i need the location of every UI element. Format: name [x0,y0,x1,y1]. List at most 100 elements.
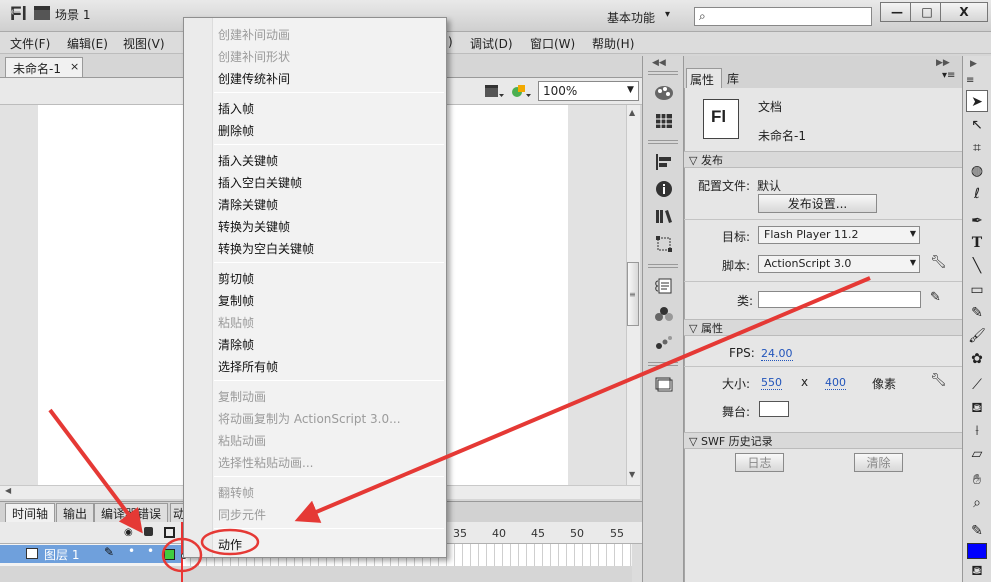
swatches-icon[interactable] [654,112,674,130]
3d-rotation-tool-icon[interactable]: ◍ [966,160,988,182]
zoom-tool-icon[interactable]: ⌕ [966,492,988,514]
tab-compiler-errors[interactable]: 编译器错误 [94,503,169,522]
subselection-tool-icon[interactable]: ↖ [966,114,988,136]
align-icon[interactable] [654,153,674,171]
menu-item-create-motion-tween[interactable]: 创建补间动画 [218,26,290,43]
menu-item-copy-motion-as-as3[interactable]: 将动画复制为 ActionScript 3.0... [218,410,401,427]
document-tab[interactable]: 未命名-1 × [5,57,83,77]
back-arrow-icon[interactable]: ← [10,5,21,20]
menu-view[interactable]: 视图(V) [123,35,165,52]
expand-arrows-icon[interactable]: ▶▶ [936,58,950,68]
transform-icon[interactable] [654,235,674,253]
menu-item-remove-frames[interactable]: 删除帧 [218,122,254,139]
stage-color-swatch[interactable] [759,401,789,417]
brush-tool-icon[interactable]: 🖌︎ [966,325,988,347]
library-books-icon[interactable] [654,207,674,225]
rectangle-tool-icon[interactable]: ▭ [966,279,988,301]
menu-item-clear-frames[interactable]: 清除帧 [218,336,254,353]
pencil-tool-icon[interactable]: ✎ [966,302,988,324]
menu-item-paste-frames[interactable]: 粘贴帧 [218,314,254,331]
panel-menu-icon[interactable]: ≡ [966,75,974,86]
target-select[interactable]: Flash Player 11.2 ▼ [758,226,920,244]
info-icon[interactable] [654,180,674,198]
scroll-left-icon[interactable]: ◀ [5,486,11,495]
wrench-icon[interactable]: 🔧︎ [930,255,947,270]
stroke-color-swatch[interactable] [967,543,987,559]
edit-scene-icon[interactable] [484,82,506,100]
menu-debug[interactable]: 调试(D) [470,35,513,52]
lasso-tool-icon[interactable]: ℓ [966,183,988,205]
line-tool-icon[interactable]: ╲ [966,255,988,277]
menu-edit[interactable]: 编辑(E) [67,35,108,52]
menu-item-actions[interactable]: 动作 [218,536,242,553]
pencil-icon[interactable]: ✎ [930,290,941,305]
color-palette-icon[interactable] [654,84,674,102]
eraser-tool-icon[interactable]: ▱ [966,443,988,465]
minimize-button[interactable]: — [880,2,914,22]
lock-dot-icon[interactable]: • [147,544,154,558]
log-button[interactable]: 日志 [735,453,784,472]
fps-value[interactable]: 24.00 [761,347,793,361]
edit-symbol-icon[interactable] [510,82,532,100]
panel-menu-icon[interactable]: ▾≡ [942,70,955,81]
height-value[interactable]: 400 [825,376,846,390]
scroll-down-icon[interactable]: ▼ [629,470,635,479]
fill-color-icon[interactable]: ⛾ [966,562,988,580]
outline-icon[interactable] [164,527,175,538]
wrench-icon[interactable]: 🔧︎ [930,373,947,388]
tab-library[interactable]: 库 [727,70,739,87]
menu-window[interactable]: 窗口(W) [530,35,575,52]
menu-item-insert-frame[interactable]: 插入帧 [218,100,254,117]
class-input[interactable] [758,291,921,308]
menu-item-create-shape-tween[interactable]: 创建补间形状 [218,48,290,65]
maximize-button[interactable]: □ [910,2,944,22]
pen-tool-icon[interactable]: ✒ [966,210,988,232]
bone-tool-icon[interactable]: ⟋ [966,374,988,396]
menu-item-copy-motion[interactable]: 复制动画 [218,388,266,405]
timeline-scrollbar[interactable] [632,544,642,582]
hand-tool-icon[interactable]: ✋︎ [966,469,988,491]
paint-bucket-tool-icon[interactable]: ⛾ [966,397,988,419]
workspace-switcher[interactable]: 基本功能 [607,9,655,26]
menu-hidden-fragment[interactable]: ) [448,35,453,49]
script-select[interactable]: ActionScript 3.0 ▼ [758,255,920,273]
chevron-down-icon[interactable]: ▾ [665,9,670,20]
motion-presets-icon[interactable] [654,333,674,351]
actions-script-icon[interactable] [654,277,674,295]
lock-icon[interactable] [144,527,153,536]
text-tool-icon[interactable]: T [966,232,988,254]
components-icon[interactable] [654,305,674,323]
layer-outline-swatch[interactable] [164,549,175,560]
project-icon[interactable] [654,375,674,393]
menu-help[interactable]: 帮助(H) [592,35,634,52]
tab-timeline[interactable]: 时间轴 [5,503,56,522]
expand-arrows-icon[interactable]: ▶ [970,59,977,69]
free-transform-tool-icon[interactable]: ⌗ [966,137,988,159]
menu-item-clear-keyframe[interactable]: 清除关键帧 [218,196,278,213]
menu-item-convert-to-blank-keyframes[interactable]: 转换为空白关键帧 [218,240,314,257]
menu-item-select-all-frames[interactable]: 选择所有帧 [218,358,278,375]
layer-name[interactable]: 图层 1 [44,546,79,563]
menu-item-copy-frames[interactable]: 复制帧 [218,292,254,309]
menu-item-paste-motion[interactable]: 粘贴动画 [218,432,266,449]
eye-icon[interactable]: ◉ [124,527,133,538]
tab-properties[interactable]: 属性 [686,68,722,88]
scroll-up-icon[interactable]: ▲ [629,108,635,117]
deco-tool-icon[interactable]: ✿ [966,348,988,370]
selection-tool-icon[interactable]: ➤ [966,90,988,112]
menu-item-paste-motion-special[interactable]: 选择性粘贴动画... [218,454,313,471]
collapse-arrows-icon[interactable]: ◀◀ [652,58,666,68]
menu-item-insert-blank-keyframe[interactable]: 插入空白关键帧 [218,174,302,191]
tab-output[interactable]: 输出 [56,503,95,522]
clear-button[interactable]: 清除 [854,453,903,472]
eyedropper-tool-icon[interactable]: ⟊ [966,420,988,442]
menu-item-synchronize-symbols[interactable]: 同步元件 [218,506,266,523]
close-icon[interactable]: × [70,60,79,73]
menu-item-convert-to-keyframes[interactable]: 转换为关键帧 [218,218,290,235]
stroke-color-icon[interactable]: ✎ [966,520,988,542]
close-window-button[interactable]: X [940,2,988,22]
width-value[interactable]: 550 [761,376,782,390]
menu-file[interactable]: 文件(F) [10,35,50,52]
publish-settings-button[interactable]: 发布设置... [758,194,877,213]
menu-item-cut-frames[interactable]: 剪切帧 [218,270,254,287]
